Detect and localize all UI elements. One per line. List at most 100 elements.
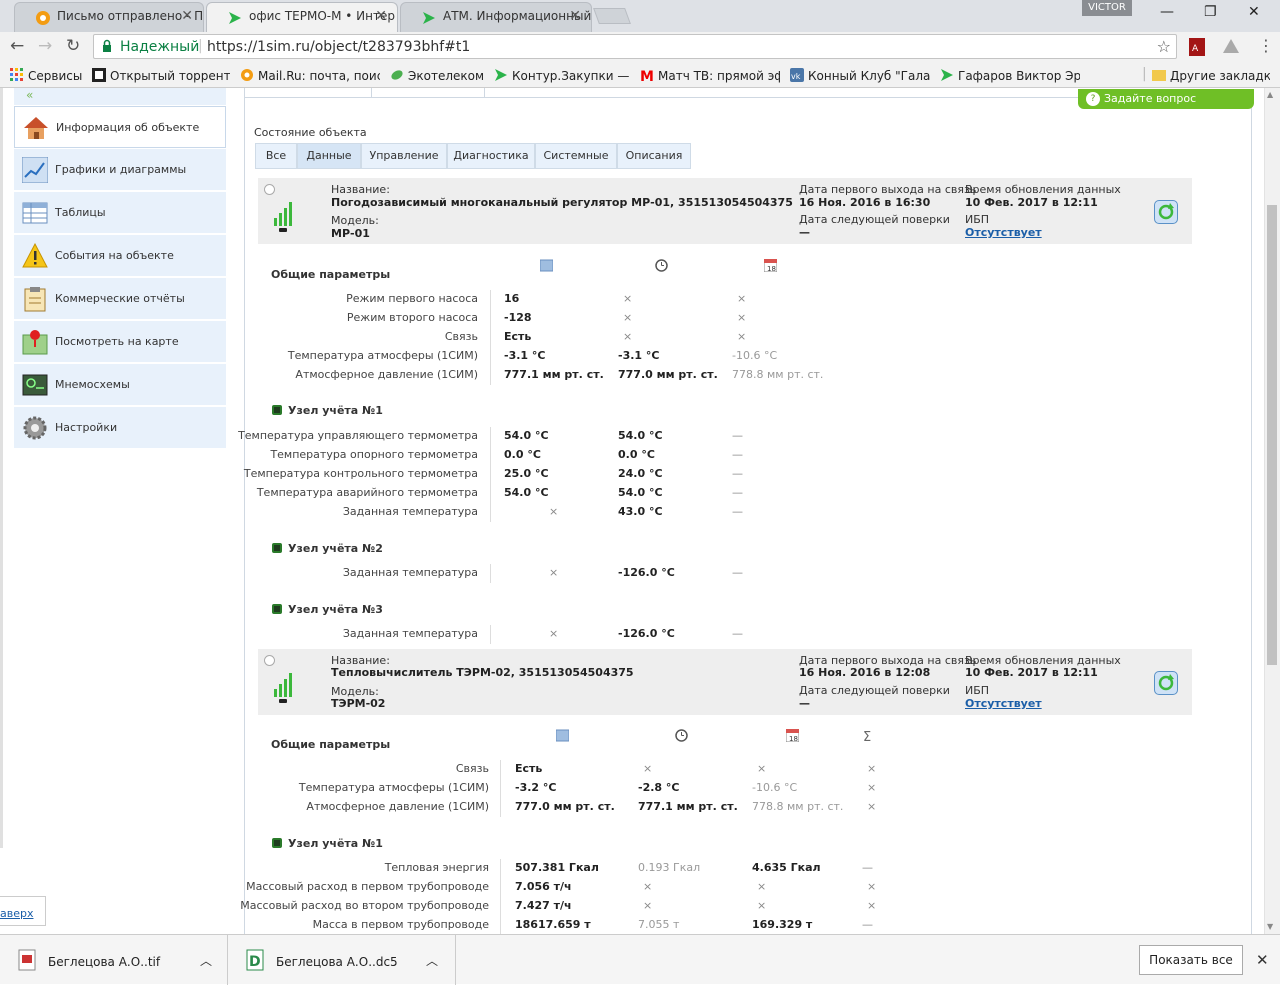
close-tab-icon[interactable]: ✕ (569, 8, 581, 24)
arrow-logo-icon (940, 68, 954, 82)
refresh-button[interactable] (1154, 200, 1178, 224)
bookmark-horse-club[interactable]: vkКонный Клуб "Галакт (790, 68, 930, 83)
metering-node-header[interactable]: Узел учёта №1 (272, 404, 383, 417)
param-value: -3.2 °C (515, 781, 557, 794)
param-value: × (757, 880, 767, 893)
sidebar-item-tables[interactable]: Таблицы (14, 192, 226, 234)
bookmark-mailru[interactable]: Mail.Ru: почта, поиск (240, 68, 380, 83)
separator: | (198, 38, 203, 54)
back-icon[interactable]: ← (10, 36, 24, 56)
ups-status-link[interactable]: Отсутствует (965, 226, 1042, 239)
scroll-down-icon[interactable]: ▼ (1267, 922, 1273, 931)
address-bar[interactable]: Надежный | https://1sim.ru/object/t28379… (93, 34, 1177, 59)
close-tab-icon[interactable]: ✕ (181, 8, 193, 24)
device-toggle[interactable] (264, 184, 275, 195)
metering-node-header[interactable]: Узел учёта №1 (272, 837, 383, 850)
drive-extension-icon[interactable] (1222, 38, 1240, 54)
tab-control[interactable]: Управление (361, 143, 447, 169)
tab-mail[interactable]: Письмо отправлено - П ✕ (14, 2, 204, 32)
tab-descriptions[interactable]: Описания (617, 143, 691, 169)
tab-diagnostics[interactable]: Диагностика (447, 143, 535, 169)
refresh-button[interactable] (1154, 671, 1178, 695)
device-name: Погодозависимый многоканальный регулятор… (331, 196, 793, 209)
svg-text:18: 18 (767, 265, 776, 272)
back-to-top-link[interactable]: аверх (0, 896, 46, 926)
sidebar-item-settings[interactable]: Настройки (14, 407, 226, 449)
user-badge[interactable]: VICTOR (1082, 0, 1132, 16)
sidebar-item-reports[interactable]: Коммерческие отчёты (14, 278, 226, 320)
close-download-bar-icon[interactable]: ✕ (1256, 951, 1269, 969)
device-card: Название: Погодозависимый многоканальный… (258, 178, 1192, 244)
arrow-logo-icon (227, 10, 243, 26)
calendar-icon: 18 (785, 728, 800, 743)
close-window-icon[interactable]: ✕ (1248, 4, 1260, 20)
url-text[interactable]: https://1sim.ru/object/t283793bhf#t1 (207, 39, 470, 55)
arrow-logo-icon (421, 10, 437, 26)
node-indicator-icon (272, 838, 282, 848)
param-value: — (732, 448, 743, 461)
dc5-file-icon: D (246, 949, 264, 971)
pdf-extension-icon[interactable]: A (1189, 38, 1205, 56)
metering-node-header[interactable]: Узел учёта №3 (272, 603, 383, 616)
bookmark-kontur[interactable]: Контур.Закупки — бе (494, 68, 630, 83)
current-value-icon (539, 259, 554, 272)
param-value: × (737, 292, 747, 305)
bookmark-matchtv[interactable]: M Матч ТВ: прямой эфи (640, 68, 780, 83)
sidebar-item-object-info[interactable]: Информация об объекте (14, 106, 226, 148)
bookmark-gafarov[interactable]: Гафаров Виктор Эрне (940, 68, 1080, 83)
param-value: — (732, 505, 743, 518)
param-value: × (643, 899, 653, 912)
sidebar-item-mnemonic[interactable]: Мнемосхемы (14, 364, 226, 406)
bookmark-apps[interactable]: Сервисы (10, 68, 86, 83)
show-all-downloads-button[interactable]: Показать все (1139, 945, 1243, 975)
node-indicator-icon (272, 604, 282, 614)
mnemonic-icon (22, 372, 48, 398)
param-value: × (867, 880, 877, 893)
state-title: Состояние объекта (254, 126, 367, 139)
reload-icon[interactable]: ↻ (66, 36, 80, 56)
menu-icon[interactable]: ⋮ (1258, 36, 1274, 55)
restore-icon[interactable]: ❐ (1204, 4, 1217, 20)
param-value: -2.8 °C (638, 781, 680, 794)
download-item[interactable]: Беглецова А.О..tif ︿ (0, 935, 228, 985)
bookmark-torrent[interactable]: Открытый торрент тр (92, 68, 230, 83)
device-toggle[interactable] (264, 655, 275, 666)
ups-status-link[interactable]: Отсутствует (965, 697, 1042, 710)
param-label: Заданная температура (342, 566, 478, 579)
param-value: 777.0 мм рт. ст. (515, 800, 615, 813)
new-tab-button[interactable] (593, 8, 631, 24)
sidebar-item-partial: « (14, 88, 226, 105)
leaf-icon (390, 68, 404, 82)
bookmark-ecotelecom[interactable]: Экотелеком (390, 68, 490, 83)
tab-strip: Письмо отправлено - П ✕ офис ТЕРМО-М • И… (0, 0, 1280, 32)
scrollbar-thumb[interactable] (1267, 205, 1277, 665)
minimize-icon[interactable]: — (1160, 4, 1174, 20)
ask-specialist-button[interactable]: ? Задайте вопрос специалисту (1078, 89, 1254, 118)
svg-text:M: M (640, 69, 654, 82)
close-tab-icon[interactable]: ✕ (375, 8, 387, 24)
bookmark-other[interactable]: Другие закладки (1152, 68, 1270, 83)
chevron-up-icon[interactable]: ︿ (200, 952, 212, 969)
param-value: 777.1 мм рт. ст. (638, 800, 738, 813)
tab-system[interactable]: Системные (535, 143, 617, 169)
sidebar-item-charts[interactable]: Графики и диаграммы (14, 149, 226, 191)
param-value: — (732, 467, 743, 480)
clock-icon (675, 729, 688, 742)
tab-all[interactable]: Все (255, 143, 297, 169)
sidebar-item-events[interactable]: События на объекте (14, 235, 226, 277)
sidebar-item-map[interactable]: Посмотреть на карте (14, 321, 226, 363)
node-title: Узел учёта №2 (288, 542, 383, 555)
param-value: × (757, 762, 767, 775)
star-icon[interactable]: ☆ (1157, 37, 1171, 56)
node-indicator-icon (272, 405, 282, 415)
tab-office[interactable]: офис ТЕРМО-М • Интер ✕ (206, 2, 398, 32)
chevron-up-icon[interactable]: ︿ (426, 952, 438, 969)
scroll-up-icon[interactable]: ▲ (1267, 90, 1273, 99)
param-value: × (867, 800, 877, 813)
download-item[interactable]: D Беглецова А.О..dc5 ︿ (228, 935, 456, 985)
current-value-icon (555, 729, 570, 742)
forward-icon[interactable]: → (38, 36, 52, 56)
metering-node-header[interactable]: Узел учёта №2 (272, 542, 383, 555)
tab-atm[interactable]: АТМ. Информационный ✕ (400, 2, 592, 32)
tab-data[interactable]: Данные (297, 143, 361, 169)
